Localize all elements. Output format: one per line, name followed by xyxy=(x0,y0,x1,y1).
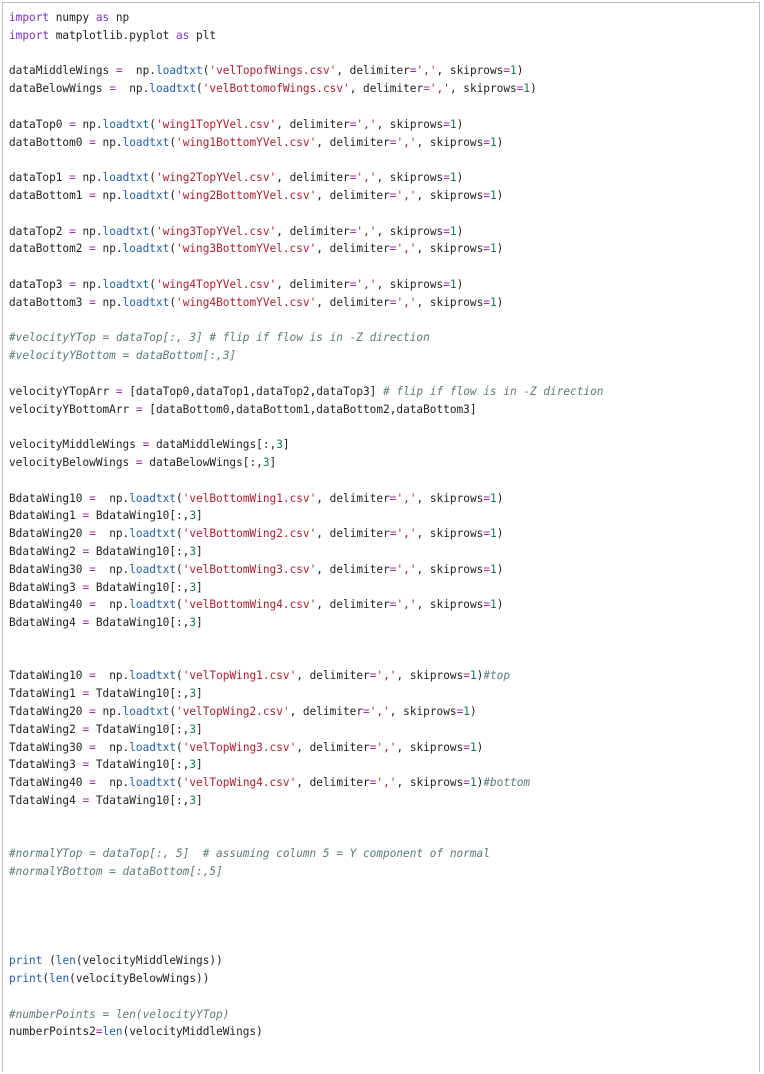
code-line[interactable]: BdataWing4 = BdataWing10[:,3] xyxy=(9,614,759,632)
code-line[interactable]: numberPoints2=len(velocityMiddleWings) xyxy=(9,1023,759,1041)
code-line[interactable]: BdataWing2 = BdataWing10[:,3] xyxy=(9,543,759,561)
code-editor[interactable]: import numpy as np import matplotlib.pypl… xyxy=(9,9,759,1041)
code-line[interactable]: ​ xyxy=(9,988,759,1006)
code-line[interactable]: #velocityYTop = dataTop[:, 3] # flip if … xyxy=(9,329,759,347)
code-line[interactable]: dataTop0 = np.loadtxt('wing1TopYVel.csv'… xyxy=(9,116,759,134)
code-line[interactable]: BdataWing30 = np.loadtxt('velBottomWing3… xyxy=(9,561,759,579)
code-line[interactable]: TdataWing30 = np.loadtxt('velTopWing3.cs… xyxy=(9,739,759,757)
code-line[interactable]: TdataWing1 = TdataWing10[:,3] xyxy=(9,685,759,703)
code-line[interactable]: BdataWing10 = np.loadtxt('velBottomWing1… xyxy=(9,490,759,508)
code-line[interactable]: TdataWing3 = TdataWing10[:,3] xyxy=(9,756,759,774)
code-line[interactable]: ​ xyxy=(9,917,759,935)
code-line[interactable]: ​ xyxy=(9,472,759,490)
code-line[interactable]: print(len(velocityBelowWings)) xyxy=(9,970,759,988)
code-line[interactable]: ​ xyxy=(9,205,759,223)
code-line[interactable]: ​ xyxy=(9,98,759,116)
code-line[interactable]: dataBottom3 = np.loadtxt('wing4BottomYVe… xyxy=(9,294,759,312)
code-line[interactable]: #normalYTop = dataTop[:, 5] # assuming c… xyxy=(9,845,759,863)
code-line[interactable]: ​ xyxy=(9,934,759,952)
code-line[interactable]: TdataWing10 = np.loadtxt('velTopWing1.cs… xyxy=(9,667,759,685)
code-line[interactable]: ​ xyxy=(9,151,759,169)
code-line[interactable]: dataTop1 = np.loadtxt('wing2TopYVel.csv'… xyxy=(9,169,759,187)
code-line[interactable]: velocityBelowWings = dataBelowWings[:,3] xyxy=(9,454,759,472)
code-line[interactable]: ​ xyxy=(9,365,759,383)
code-cell[interactable]: import numpy as np import matplotlib.pypl… xyxy=(2,2,760,1072)
code-line[interactable]: dataBottom1 = np.loadtxt('wing2BottomYVe… xyxy=(9,187,759,205)
code-line[interactable]: TdataWing2 = TdataWing10[:,3] xyxy=(9,721,759,739)
code-line[interactable]: dataTop3 = np.loadtxt('wing4TopYVel.csv'… xyxy=(9,276,759,294)
code-line[interactable]: import matplotlib.pyplot as plt xyxy=(9,27,759,45)
code-line[interactable]: velocityYTopArr = [dataTop0,dataTop1,dat… xyxy=(9,383,759,401)
code-line[interactable]: BdataWing1 = BdataWing10[:,3] xyxy=(9,507,759,525)
code-line[interactable]: velocityYBottomArr = [dataBottom0,dataBo… xyxy=(9,401,759,419)
code-line[interactable]: dataBelowWings = np.loadtxt('velBottomof… xyxy=(9,80,759,98)
code-line[interactable]: ​ xyxy=(9,881,759,899)
code-line[interactable]: #velocityYBottom = dataBottom[:,3] xyxy=(9,347,759,365)
code-line[interactable]: ​ xyxy=(9,899,759,917)
code-line[interactable]: TdataWing4 = TdataWing10[:,3] xyxy=(9,792,759,810)
code-line[interactable]: dataBottom2 = np.loadtxt('wing3BottomYVe… xyxy=(9,240,759,258)
code-line[interactable]: #normalYBottom = dataBottom[:,5] xyxy=(9,863,759,881)
code-line[interactable]: print (len(velocityMiddleWings)) xyxy=(9,952,759,970)
code-line[interactable]: ​ xyxy=(9,650,759,668)
code-line[interactable]: BdataWing20 = np.loadtxt('velBottomWing2… xyxy=(9,525,759,543)
code-line[interactable]: BdataWing3 = BdataWing10[:,3] xyxy=(9,579,759,597)
code-line[interactable]: ​ xyxy=(9,312,759,330)
code-line[interactable]: ​ xyxy=(9,418,759,436)
code-line[interactable]: TdataWing40 = np.loadtxt('velTopWing4.cs… xyxy=(9,774,759,792)
code-line[interactable]: dataMiddleWings = np.loadtxt('velTopofWi… xyxy=(9,62,759,80)
code-line[interactable]: ​ xyxy=(9,810,759,828)
code-line[interactable]: ​ xyxy=(9,632,759,650)
code-line[interactable]: BdataWing40 = np.loadtxt('velBottomWing4… xyxy=(9,596,759,614)
code-line[interactable]: dataTop2 = np.loadtxt('wing3TopYVel.csv'… xyxy=(9,223,759,241)
code-line[interactable]: import numpy as np xyxy=(9,9,759,27)
code-line[interactable]: ​ xyxy=(9,828,759,846)
code-line[interactable]: dataBottom0 = np.loadtxt('wing1BottomYVe… xyxy=(9,134,759,152)
code-line[interactable]: TdataWing20 = np.loadtxt('velTopWing2.cs… xyxy=(9,703,759,721)
code-line[interactable]: #numberPoints = len(velocityYTop) xyxy=(9,1006,759,1024)
code-line[interactable]: velocityMiddleWings = dataMiddleWings[:,… xyxy=(9,436,759,454)
code-line[interactable]: ​ xyxy=(9,258,759,276)
code-line[interactable]: ​ xyxy=(9,45,759,63)
